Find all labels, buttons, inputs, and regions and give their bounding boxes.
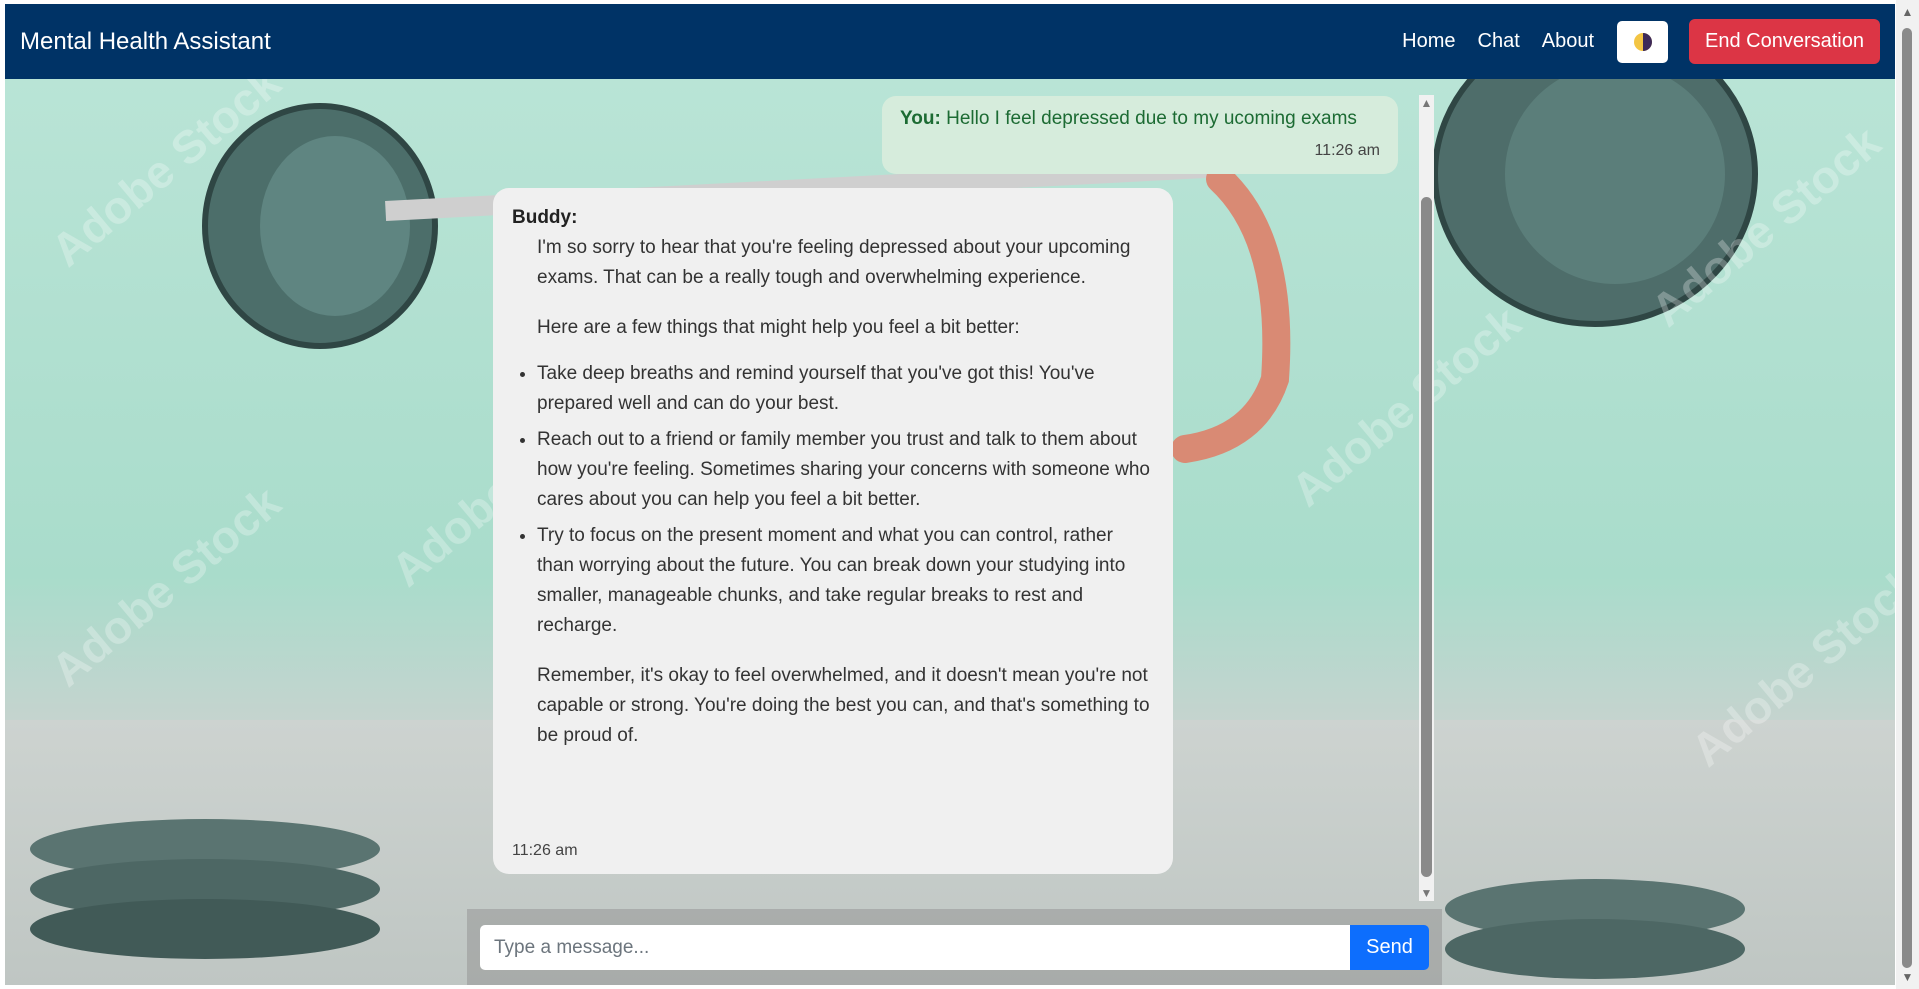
nav-home-link[interactable]: Home: [1402, 30, 1455, 53]
nav-links: Home Chat About End Conversation: [1402, 19, 1880, 64]
user-message: You: Hello I feel depressed due to my uc…: [882, 96, 1398, 174]
message-paragraph: Remember, it's okay to feel overwhelmed,…: [537, 665, 1150, 746]
scroll-up-arrow-icon[interactable]: ▲: [1896, 2, 1919, 22]
scroll-down-arrow-icon[interactable]: ▼: [1896, 967, 1919, 987]
message-composer: Send: [467, 909, 1442, 985]
plate-stack-right-2: [1445, 919, 1745, 979]
scroll-up-arrow-icon[interactable]: ▲: [1419, 95, 1434, 111]
message-sender: Buddy:: [512, 207, 578, 228]
app-title[interactable]: Mental Health Assistant: [20, 28, 271, 56]
list-item: Reach out to a friend or family member y…: [537, 425, 1153, 515]
nav-chat-link[interactable]: Chat: [1478, 30, 1520, 53]
plate-left-inner: [260, 136, 410, 316]
page-scrollbar[interactable]: ▲ ▼: [1896, 0, 1919, 989]
tips-list: Take deep breaths and remind yourself th…: [512, 359, 1153, 641]
theme-toggle-button[interactable]: [1617, 20, 1669, 63]
top-navbar: Mental Health Assistant Home Chat About …: [5, 4, 1895, 79]
message-time: 11:26 am: [1314, 142, 1380, 159]
end-conversation-button[interactable]: End Conversation: [1689, 19, 1880, 64]
nav-about-link[interactable]: About: [1542, 30, 1594, 53]
half-moon-icon: [1633, 32, 1652, 51]
chat-scrollbar[interactable]: ▲ ▼: [1419, 95, 1434, 901]
send-button[interactable]: Send: [1350, 925, 1429, 970]
chat-messages[interactable]: You: Hello I feel depressed due to my uc…: [467, 79, 1442, 909]
message-input[interactable]: [480, 925, 1350, 970]
message-paragraph: Here are a few things that might help yo…: [537, 317, 1020, 338]
list-item: Take deep breaths and remind yourself th…: [537, 359, 1153, 419]
message-sender: You:: [900, 108, 941, 129]
message-text: Hello I feel depressed due to my ucoming…: [946, 108, 1357, 129]
message-time: 11:26 am: [512, 842, 578, 859]
plate-stack-left-3: [30, 899, 380, 959]
list-item: Try to focus on the present moment and w…: [537, 521, 1153, 641]
app-frame: Adobe Stock Adobe Stock Adobe Stock Adob…: [5, 4, 1895, 985]
message-paragraph: I'm so sorry to hear that you're feeling…: [537, 237, 1131, 288]
scrollbar-thumb[interactable]: [1421, 197, 1432, 877]
scrollbar-thumb[interactable]: [1902, 28, 1912, 968]
scroll-down-arrow-icon[interactable]: ▼: [1419, 885, 1434, 901]
assistant-message: Buddy: I'm so sorry to hear that you're …: [493, 188, 1173, 874]
